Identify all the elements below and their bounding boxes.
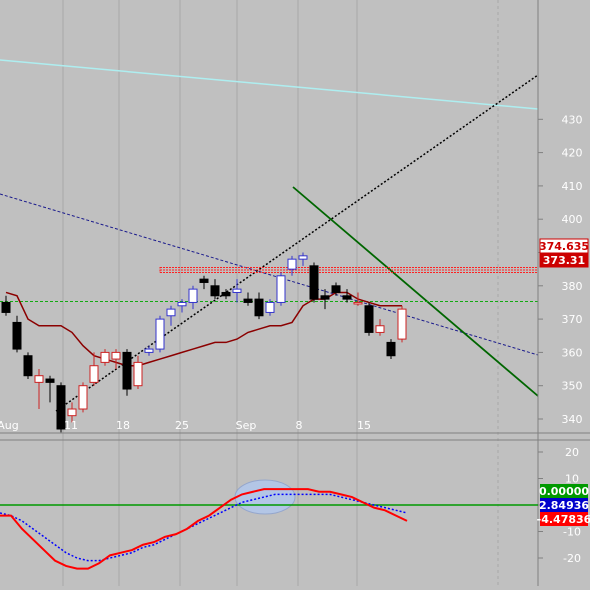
- candle: [276, 272, 286, 306]
- candle-body: [375, 325, 385, 333]
- badge-text: 2.84936: [539, 499, 589, 512]
- candle: [397, 305, 407, 343]
- chart-svg: 340350360370380390400410420430Aug111825S…: [0, 0, 590, 586]
- candle-body: [287, 258, 297, 270]
- candle-body: [331, 285, 341, 293]
- candle: [78, 382, 88, 413]
- candle-body: [45, 378, 55, 383]
- candle-body: [177, 301, 187, 307]
- candle: [364, 302, 374, 336]
- x-tick-label: 8: [296, 419, 303, 432]
- candle-body: [100, 351, 110, 363]
- candle: [155, 315, 165, 353]
- x-tick-label: 11: [64, 419, 78, 432]
- macd-y-tick-label: 10: [565, 473, 579, 486]
- candle-body: [210, 285, 220, 297]
- badge-text: 373.31: [543, 254, 585, 267]
- candle-body: [232, 288, 242, 293]
- x-tick-label: 15: [357, 419, 371, 432]
- y-tick-label: 340: [562, 413, 583, 426]
- badge-text: 0.00000: [539, 485, 589, 498]
- y-tick-label: 410: [562, 180, 583, 193]
- candle-body: [166, 308, 176, 317]
- candle-body: [199, 278, 209, 283]
- candle-body: [309, 265, 319, 300]
- candle-body: [386, 341, 396, 357]
- candle-body: [67, 408, 77, 417]
- macd-y-tick-label: -20: [563, 552, 581, 565]
- chart-root: 340350360370380390400410420430Aug111825S…: [0, 0, 590, 586]
- x-tick-label: 18: [116, 419, 130, 432]
- candle: [386, 339, 396, 360]
- candle-body: [12, 321, 22, 350]
- last-price-badge: 374.635: [539, 238, 589, 254]
- candle: [23, 352, 33, 380]
- candle-body: [89, 365, 99, 383]
- y-tick-label: 370: [562, 313, 583, 326]
- highlight-ellipse: [234, 479, 296, 515]
- candle-body: [254, 298, 264, 317]
- badge-text: -4.47836: [537, 513, 590, 526]
- candle-body: [243, 298, 253, 303]
- macd-y-tick-label: -10: [563, 526, 581, 539]
- y-tick-label: 380: [562, 280, 583, 293]
- candle-body: [298, 255, 308, 260]
- candle-body: [342, 295, 352, 300]
- candle-body: [188, 288, 198, 303]
- candle-body: [133, 361, 143, 387]
- signal-badge: 2.84936: [539, 498, 589, 512]
- badge-text: 374.635: [539, 240, 589, 253]
- y-tick-label: 400: [562, 213, 583, 226]
- x-tick-label: Sep: [236, 419, 257, 432]
- candle-body: [353, 301, 363, 305]
- y-tick-label: 350: [562, 380, 583, 393]
- y-tick-label: 430: [562, 113, 583, 126]
- candle: [122, 349, 132, 396]
- candle-body: [276, 275, 286, 303]
- macd-y-tick-label: 20: [565, 446, 579, 459]
- zero-badge: 0.00000: [539, 484, 589, 498]
- candle-body: [155, 318, 165, 350]
- y-tick-label: 360: [562, 346, 583, 359]
- candle-body: [23, 355, 33, 377]
- candle-body: [34, 375, 44, 383]
- candle-body: [265, 301, 275, 313]
- candle-body: [1, 301, 11, 313]
- candle-body: [364, 305, 374, 333]
- macd-badge: -4.47836: [537, 512, 590, 526]
- candle-body: [78, 385, 88, 410]
- candle-body: [397, 308, 407, 340]
- candle-body: [221, 291, 231, 297]
- candle: [309, 262, 319, 303]
- x-tick-label: Aug: [0, 419, 19, 432]
- envelope-price-badge: 373.31: [539, 252, 589, 268]
- candle-body: [122, 351, 132, 390]
- candle-body: [111, 351, 121, 360]
- x-tick-label: 25: [175, 419, 189, 432]
- y-tick-label: 420: [562, 147, 583, 160]
- candle-body: [144, 348, 154, 353]
- candle-body: [320, 295, 330, 300]
